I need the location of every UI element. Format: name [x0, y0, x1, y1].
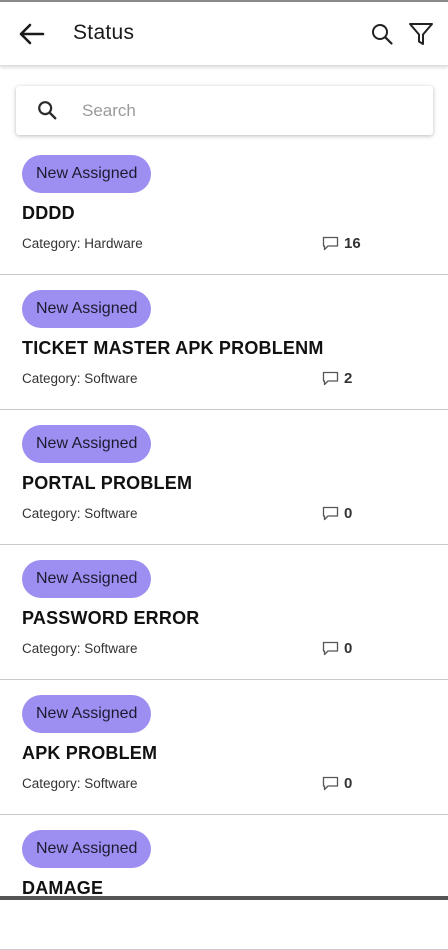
- search-bar: [16, 86, 433, 135]
- ticket-item[interactable]: New Assigned DDDD Category: Hardware 16: [0, 140, 448, 275]
- comment-count-value: 0: [344, 640, 353, 657]
- arrow-left-icon: [19, 23, 45, 45]
- status-badge: New Assigned: [22, 695, 152, 733]
- comment-icon: [322, 776, 339, 791]
- status-badge: New Assigned: [22, 155, 152, 193]
- ticket-item[interactable]: New Assigned TICKET MASTER APK PROBLENM …: [0, 275, 448, 410]
- comment-count-value: 0: [344, 775, 353, 792]
- ticket-title: PORTAL PROBLEM: [22, 473, 193, 493]
- comment-count-value: 2: [344, 370, 353, 387]
- comment-count-value: 16: [344, 235, 361, 252]
- bottom-edge: [0, 896, 448, 900]
- search-icon: [38, 101, 57, 120]
- comment-count: 0: [322, 505, 352, 522]
- status-badge: New Assigned: [22, 560, 152, 598]
- ticket-category: Category: Software: [22, 776, 138, 791]
- ticket-item[interactable]: New Assigned PORTAL PROBLEM Category: So…: [0, 410, 448, 545]
- filter-icon: [409, 23, 433, 45]
- comment-count: 16: [322, 235, 361, 252]
- comment-icon: [322, 236, 339, 251]
- comment-count-value: 0: [344, 505, 353, 522]
- page-title: Status: [73, 21, 135, 44]
- ticket-title: APK PROBLEM: [22, 743, 158, 763]
- comment-count: 0: [322, 640, 352, 657]
- filter-button[interactable]: [406, 19, 436, 49]
- back-button[interactable]: [14, 18, 48, 50]
- comment-count: 2: [322, 370, 352, 387]
- ticket-category: Category: Software: [22, 506, 138, 521]
- search-input[interactable]: [80, 96, 414, 126]
- app-bar: Status: [0, 2, 448, 66]
- comment-icon: [322, 506, 339, 521]
- status-badge: New Assigned: [22, 425, 152, 463]
- ticket-category: Category: Hardware: [22, 236, 143, 251]
- ticket-list: New Assigned DDDD Category: Hardware 16 …: [0, 140, 448, 950]
- ticket-category: Category: Software: [22, 371, 138, 386]
- ticket-title: TICKET MASTER APK PROBLENM: [22, 338, 324, 358]
- comment-icon: [322, 641, 339, 656]
- status-badge: New Assigned: [22, 830, 152, 868]
- status-badge: New Assigned: [22, 290, 152, 328]
- ticket-title: PASSWORD ERROR: [22, 608, 200, 628]
- ticket-title: DDDD: [22, 203, 75, 223]
- comment-count: 0: [322, 775, 352, 792]
- ticket-item[interactable]: New Assigned PASSWORD ERROR Category: So…: [0, 545, 448, 680]
- search-button[interactable]: [368, 20, 396, 48]
- comment-icon: [322, 371, 339, 386]
- ticket-item[interactable]: New Assigned APK PROBLEM Category: Softw…: [0, 680, 448, 815]
- ticket-item[interactable]: New Assigned DAMAGE: [0, 815, 448, 950]
- ticket-category: Category: Software: [22, 641, 138, 656]
- search-icon: [372, 24, 393, 45]
